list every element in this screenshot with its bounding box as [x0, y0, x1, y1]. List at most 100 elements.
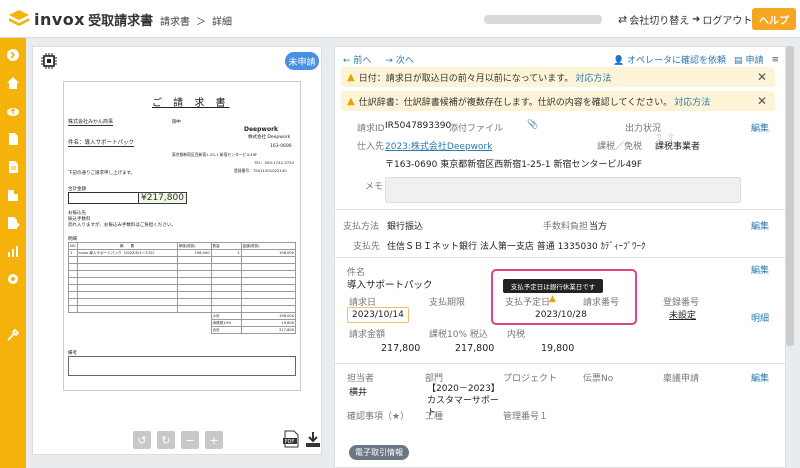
alert-journal-howto-link[interactable]: 対応方法 [674, 95, 710, 108]
line-items-link[interactable]: 明細 [751, 311, 769, 324]
switch-company-label: 会社切り替え [629, 16, 690, 27]
zoom-out-icon[interactable]: − [181, 431, 199, 449]
vendor-link[interactable]: 2023:株式会社Deepwork [385, 139, 492, 152]
svg-text:PDF: PDF [285, 439, 295, 445]
amount: 217,800 [381, 343, 421, 354]
paper-row-desc: invox 導入サポートパック（2022/5/1〜7/31） [76, 249, 178, 257]
invoice-detail-panel: ← 前へ → 次へ 👤 オペレータに確認を依頼 ▤ 申請 ≡ ▲ 日付：請求日が… [334, 46, 786, 468]
edit-payment-link[interactable]: 編集 [751, 219, 769, 232]
breadcrumb-detail: 詳細 [212, 17, 232, 28]
menu-icon[interactable]: ≡ [771, 55, 779, 65]
gear-icon[interactable] [6, 272, 20, 286]
project-label: プロジェクト [503, 374, 558, 384]
alert-date-text: 日付：請求日が取込日の前々月以前になっています。 [358, 73, 574, 84]
download-icon[interactable] [305, 430, 321, 448]
memo-field[interactable] [385, 177, 741, 203]
paper-note: 恐れ入りますが、お振込み手数料はご負担ください。 [68, 223, 176, 228]
home-icon[interactable] [6, 76, 20, 90]
user-icon: 👤 [612, 56, 625, 66]
alert-date-howto-link[interactable]: 対応方法 [575, 71, 611, 84]
paper-tel: TEL：050-1742-3724 [254, 160, 294, 165]
next-link[interactable]: → 次へ [385, 53, 413, 66]
edit-details-link[interactable]: 編集 [751, 263, 769, 276]
logout-label: ログアウト [702, 16, 753, 27]
brand-subtitle: 受取請求書 [88, 13, 154, 29]
cloud-upload-icon[interactable] [6, 104, 20, 118]
alert-journal-text: 仕訳辞書：仕訳辞書候補が複数存在します。仕訳の内容を確認してください。 [358, 97, 673, 108]
fee-label: 手数料負担 [543, 222, 589, 232]
edit-invoice-link[interactable]: 編集 [751, 121, 769, 134]
vendor-address: 〒163-0690 東京都新宿区西新宿1-25-1 新宿センタービル49F [385, 160, 643, 170]
arrow-right-icon[interactable] [6, 48, 20, 62]
close-icon[interactable]: ✕ [757, 94, 767, 108]
document-list-icon[interactable] [6, 160, 20, 174]
rotate-left-icon[interactable]: ↺ [133, 431, 151, 449]
breadcrumb-invoices[interactable]: 請求書 [160, 17, 190, 28]
chart-icon[interactable] [6, 244, 20, 258]
paper-row-price: 198,000 [176, 249, 212, 257]
registration-label: 登録番号 [663, 298, 700, 308]
app-logo[interactable]: invox 受取請求書 [8, 9, 153, 29]
management-number-label: 管理番号１ [503, 412, 549, 422]
download-tools: PDF [283, 430, 321, 448]
work-type-label: 工種 [425, 412, 444, 422]
paper-subject: 件名：導入サポートパック [68, 140, 135, 147]
top-bar: invox 受取請求書 請求書 ＞ 詳細 ⇄ 会社切り替え ➜ ログアウト ヘルプ [0, 0, 800, 38]
ai-chip-icon [41, 53, 57, 69]
help-button[interactable]: ヘルプ [752, 8, 796, 30]
payee-label: 支払先 [353, 242, 381, 252]
paperclip-icon[interactable]: 📎 [527, 120, 538, 130]
paper-subtotal-label: 小計 [210, 312, 242, 320]
export-icon[interactable] [6, 216, 20, 230]
brand-name: invox [34, 9, 86, 29]
invoice-image: ご 請 求 書 株式会社みかん商事 御中 件名：導入サポートパック Deepwo… [63, 81, 301, 391]
logout-icon: ➜ [692, 14, 701, 25]
edit-assign-link[interactable]: 編集 [751, 371, 769, 384]
apply-link[interactable]: ▤ 申請 [734, 53, 763, 66]
warning-icon: ▲ [347, 71, 355, 83]
inner-tax-label: 内税 [507, 330, 526, 340]
close-icon[interactable]: ✕ [757, 70, 767, 84]
tax-type-label: 課税／免税 [597, 142, 643, 152]
switch-icon: ⇄ [618, 13, 628, 26]
building-icon[interactable] [6, 188, 20, 202]
paper-row-no: 1 [68, 249, 78, 257]
paper-th-amount: 金額(税抜) [240, 242, 297, 250]
paper-company-logo: Deepwork [244, 126, 279, 133]
tax10-amount: 217,800 [455, 343, 495, 354]
preview-toolbar: ↺ ↻ − + [133, 431, 223, 449]
subject: 導入サポートパック [347, 280, 433, 291]
paper-row-qty: 1 [210, 249, 242, 257]
payment-method: 銀行振込 [387, 222, 424, 232]
invoice-date-field[interactable]: 2023/10/14 [347, 307, 409, 323]
document-icon[interactable] [6, 132, 20, 146]
next-label: 次へ [395, 56, 414, 66]
paper-tax: 19,800 [240, 319, 297, 327]
rotate-right-icon[interactable]: ↻ [157, 431, 175, 449]
paper-th-price: 単価(税抜) [176, 242, 212, 250]
prev-link[interactable]: ← 前へ [343, 53, 371, 66]
paper-remarks-box [68, 356, 296, 376]
paper-postal: 163-0690 [270, 144, 292, 149]
paper-title: ご 請 求 書 [152, 98, 230, 109]
document-preview-panel: 未申請 ご 請 求 書 株式会社みかん商事 御中 件名：導入サポートパック De… [32, 46, 322, 455]
tax-type: 課税事業者 [655, 142, 701, 152]
registration-value[interactable]: 未設定 [669, 308, 696, 321]
alert-journal: ▲ 仕訳辞書：仕訳辞書候補が複数存在します。仕訳の内容を確認してください。 対応… [341, 91, 775, 111]
paper-registration: 登録番号：T5011201022140 [234, 168, 287, 173]
paper-sum-label: 合計 [210, 326, 242, 334]
payee: 住信ＳＢＩネット銀行 法人第一支店 普通 1335030 ｶﾃﾞｨｰﾌﾟﾜｰｸ [387, 242, 646, 252]
invoice-id: IR5047893390 [385, 121, 452, 131]
paper-th-desc: 摘 要 [76, 242, 178, 250]
deadline-label: 支払期限 [429, 298, 466, 308]
highlight-box [491, 269, 637, 325]
operator-request-link[interactable]: 👤 オペレータに確認を依頼 [613, 53, 726, 66]
logout-link[interactable]: ➜ ログアウト [692, 12, 752, 27]
e-transaction-tag[interactable]: 電子取引情報 [349, 445, 409, 460]
tools-icon[interactable] [6, 328, 20, 342]
pdf-icon[interactable]: PDF [283, 430, 299, 448]
zoom-in-icon[interactable]: + [205, 431, 223, 449]
apply-label: 申請 [745, 56, 764, 66]
scrollbar[interactable] [786, 46, 794, 346]
switch-company-link[interactable]: ⇄ 会社切り替え [618, 12, 689, 27]
